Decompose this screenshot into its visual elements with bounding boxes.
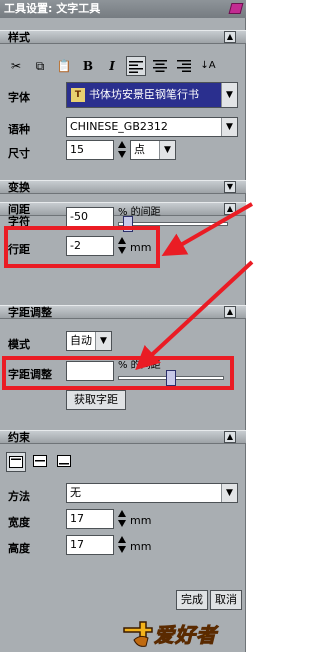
font-select[interactable]: T 书体坊安景臣钢笔行书 ▼	[66, 82, 238, 108]
language-value: CHINESE_GB2312	[70, 120, 168, 133]
copy-icon[interactable]: ⧉	[30, 56, 50, 76]
method-value: 无	[70, 486, 81, 499]
align-right-icon[interactable]	[174, 56, 194, 76]
collapse-icon[interactable]: ▲	[224, 431, 236, 443]
section-kerning[interactable]: 字距调整 ▲	[0, 305, 246, 319]
chevron-down-icon[interactable]: ▼	[221, 484, 237, 502]
section-style-label: 样式	[8, 31, 30, 44]
truetype-font-icon: T	[71, 88, 85, 102]
height-value: 17	[70, 538, 84, 551]
align-center-icon[interactable]	[150, 56, 170, 76]
fetch-kerning-button[interactable]: 获取字距	[66, 390, 126, 410]
section-style[interactable]: 样式 ▲	[0, 30, 246, 44]
bold-icon[interactable]: B	[78, 56, 98, 76]
ok-button[interactable]: 完成	[176, 590, 208, 610]
height-stepper[interactable]	[116, 535, 128, 555]
logo-text: 爱好者	[154, 623, 217, 648]
font-value: 书体坊安景臣钢笔行书	[89, 88, 199, 101]
char-spacing-input[interactable]: -50	[66, 207, 114, 227]
pin-icon[interactable]	[228, 3, 244, 14]
method-label: 方法	[8, 490, 30, 503]
language-select[interactable]: CHINESE_GB2312 ▼	[66, 117, 238, 137]
size-input[interactable]: 15	[66, 140, 114, 160]
font-label: 字体	[8, 91, 30, 104]
highlight-line-spacing	[4, 226, 160, 268]
height-label: 高度	[8, 542, 30, 555]
collapse-icon[interactable]: ▲	[224, 203, 236, 215]
kerning-mode-label: 模式	[8, 338, 30, 351]
kerning-mode-select[interactable]: 自动 ▼	[66, 331, 112, 351]
method-select[interactable]: 无 ▼	[66, 483, 238, 503]
scissors-icon[interactable]: ✂	[6, 56, 26, 76]
constraint-top-icon[interactable]	[6, 452, 26, 472]
width-label: 宽度	[8, 516, 30, 529]
kerning-mode-value: 自动	[70, 334, 92, 347]
collapse-icon[interactable]: ▲	[224, 306, 236, 318]
brand-logo: 爱好者	[120, 614, 244, 650]
height-unit: mm	[130, 540, 152, 553]
highlight-kerning	[2, 356, 234, 390]
collapse-icon[interactable]: ▲	[224, 31, 236, 43]
section-constraints-label: 约束	[8, 431, 30, 444]
width-unit: mm	[130, 514, 152, 527]
chevron-down-icon[interactable]: ▼	[95, 332, 111, 350]
cancel-button[interactable]: 取消	[210, 590, 242, 610]
size-label: 尺寸	[8, 147, 30, 160]
section-transform-label: 变换	[8, 181, 30, 194]
size-value: 15	[70, 143, 84, 156]
size-unit-select[interactable]: 点 ▼	[130, 140, 176, 160]
section-constraints[interactable]: 约束 ▲	[0, 430, 246, 444]
constraint-middle-icon[interactable]	[30, 452, 50, 472]
width-stepper[interactable]	[116, 509, 128, 529]
height-input[interactable]: 17	[66, 535, 114, 555]
constraint-bottom-icon[interactable]	[54, 452, 74, 472]
expand-icon[interactable]: ▼	[224, 181, 236, 193]
size-unit-value: 点	[134, 143, 145, 156]
width-input[interactable]: 17	[66, 509, 114, 529]
scroll-gutter	[246, 0, 260, 652]
chevron-down-icon[interactable]: ▼	[221, 118, 237, 136]
window-title: 工具设置: 文字工具	[4, 2, 101, 15]
section-transform[interactable]: 变换 ▼	[0, 180, 246, 194]
size-stepper[interactable]	[116, 140, 128, 160]
chevron-down-icon[interactable]: ▼	[159, 141, 175, 159]
tool-settings-panel: 工具设置: 文字工具 样式 ▲ ✂ ⧉ 📋 B I ↓A 字体 T 书体坊安景臣钢…	[0, 0, 246, 652]
width-value: 17	[70, 512, 84, 525]
language-label: 语种	[8, 123, 30, 136]
italic-icon[interactable]: I	[102, 56, 122, 76]
paste-icon[interactable]: 📋	[54, 56, 74, 76]
char-spacing-value: -50	[70, 210, 88, 223]
chevron-down-icon[interactable]: ▼	[221, 83, 237, 107]
window-titlebar[interactable]: 工具设置: 文字工具	[0, 0, 246, 18]
section-kerning-label: 字距调整	[8, 306, 52, 319]
sort-az-icon[interactable]: ↓A	[198, 56, 218, 76]
align-left-icon[interactable]	[126, 56, 146, 76]
